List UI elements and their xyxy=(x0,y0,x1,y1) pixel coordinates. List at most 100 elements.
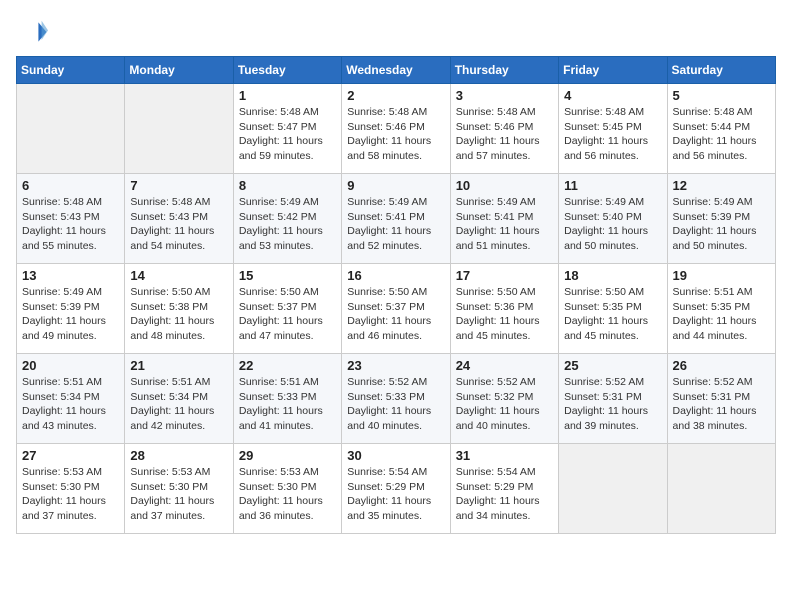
calendar-cell: 13 Sunrise: 5:49 AM Sunset: 5:39 PM Dayli… xyxy=(17,264,125,354)
day-info: Sunrise: 5:48 AM Sunset: 5:43 PM Dayligh… xyxy=(22,195,119,254)
calendar-week-5: 27 Sunrise: 5:53 AM Sunset: 5:30 PM Dayli… xyxy=(17,444,776,534)
day-info: Sunrise: 5:51 AM Sunset: 5:35 PM Dayligh… xyxy=(673,285,770,344)
day-number: 28 xyxy=(130,448,227,463)
day-info: Sunrise: 5:51 AM Sunset: 5:34 PM Dayligh… xyxy=(130,375,227,434)
calendar-cell: 19 Sunrise: 5:51 AM Sunset: 5:35 PM Dayli… xyxy=(667,264,775,354)
day-info: Sunrise: 5:52 AM Sunset: 5:33 PM Dayligh… xyxy=(347,375,444,434)
calendar-cell: 4 Sunrise: 5:48 AM Sunset: 5:45 PM Daylig… xyxy=(559,84,667,174)
calendar-cell: 28 Sunrise: 5:53 AM Sunset: 5:30 PM Dayli… xyxy=(125,444,233,534)
calendar-cell: 30 Sunrise: 5:54 AM Sunset: 5:29 PM Dayli… xyxy=(342,444,450,534)
day-number: 2 xyxy=(347,88,444,103)
calendar-cell: 3Sunrise: 5:48 AM Sunset: 5:46 PM Daylig… xyxy=(450,84,558,174)
calendar-cell: 17 Sunrise: 5:50 AM Sunset: 5:36 PM Dayli… xyxy=(450,264,558,354)
weekday-header-tuesday: Tuesday xyxy=(233,57,341,84)
day-number: 10 xyxy=(456,178,553,193)
logo xyxy=(16,16,52,48)
day-number: 7 xyxy=(130,178,227,193)
calendar-cell: 22 Sunrise: 5:51 AM Sunset: 5:33 PM Dayli… xyxy=(233,354,341,444)
calendar-cell: 25 Sunrise: 5:52 AM Sunset: 5:31 PM Dayli… xyxy=(559,354,667,444)
day-info: Sunrise: 5:52 AM Sunset: 5:32 PM Dayligh… xyxy=(456,375,553,434)
calendar-cell: 2 Sunrise: 5:48 AM Sunset: 5:46 PM Daylig… xyxy=(342,84,450,174)
calendar-cell xyxy=(17,84,125,174)
day-info: Sunrise: 5:48 AM Sunset: 5:45 PM Dayligh… xyxy=(564,105,661,164)
day-info: Sunrise: 5:49 AM Sunset: 5:41 PM Dayligh… xyxy=(347,195,444,254)
day-info: Sunrise: 5:49 AM Sunset: 5:41 PM Dayligh… xyxy=(456,195,553,254)
day-info: Sunrise: 5:49 AM Sunset: 5:40 PM Dayligh… xyxy=(564,195,661,254)
weekday-header-saturday: Saturday xyxy=(667,57,775,84)
day-number: 19 xyxy=(673,268,770,283)
day-info: Sunrise: 5:49 AM Sunset: 5:39 PM Dayligh… xyxy=(22,285,119,344)
calendar-week-2: 6 Sunrise: 5:48 AM Sunset: 5:43 PM Daylig… xyxy=(17,174,776,264)
day-number: 29 xyxy=(239,448,336,463)
day-number: 30 xyxy=(347,448,444,463)
calendar-cell: 7Sunrise: 5:48 AM Sunset: 5:43 PM Daylig… xyxy=(125,174,233,264)
calendar-cell: 18Sunrise: 5:50 AM Sunset: 5:35 PM Dayli… xyxy=(559,264,667,354)
calendar-cell: 14 Sunrise: 5:50 AM Sunset: 5:38 PM Dayli… xyxy=(125,264,233,354)
day-number: 4 xyxy=(564,88,661,103)
calendar-cell xyxy=(559,444,667,534)
calendar-cell: 9Sunrise: 5:49 AM Sunset: 5:41 PM Daylig… xyxy=(342,174,450,264)
day-info: Sunrise: 5:50 AM Sunset: 5:37 PM Dayligh… xyxy=(347,285,444,344)
day-number: 21 xyxy=(130,358,227,373)
calendar-cell: 12Sunrise: 5:49 AM Sunset: 5:39 PM Dayli… xyxy=(667,174,775,264)
calendar-week-4: 20 Sunrise: 5:51 AM Sunset: 5:34 PM Dayli… xyxy=(17,354,776,444)
weekday-header-row: SundayMondayTuesdayWednesdayThursdayFrid… xyxy=(17,57,776,84)
day-info: Sunrise: 5:48 AM Sunset: 5:46 PM Dayligh… xyxy=(347,105,444,164)
day-info: Sunrise: 5:50 AM Sunset: 5:38 PM Dayligh… xyxy=(130,285,227,344)
calendar-table: SundayMondayTuesdayWednesdayThursdayFrid… xyxy=(16,56,776,534)
page-header xyxy=(16,16,776,48)
calendar-cell: 1Sunrise: 5:48 AM Sunset: 5:47 PM Daylig… xyxy=(233,84,341,174)
day-info: Sunrise: 5:50 AM Sunset: 5:36 PM Dayligh… xyxy=(456,285,553,344)
day-number: 24 xyxy=(456,358,553,373)
day-info: Sunrise: 5:49 AM Sunset: 5:42 PM Dayligh… xyxy=(239,195,336,254)
day-info: Sunrise: 5:48 AM Sunset: 5:44 PM Dayligh… xyxy=(673,105,770,164)
weekday-header-thursday: Thursday xyxy=(450,57,558,84)
day-info: Sunrise: 5:54 AM Sunset: 5:29 PM Dayligh… xyxy=(347,465,444,524)
day-number: 5 xyxy=(673,88,770,103)
day-info: Sunrise: 5:50 AM Sunset: 5:37 PM Dayligh… xyxy=(239,285,336,344)
day-number: 6 xyxy=(22,178,119,193)
weekday-header-monday: Monday xyxy=(125,57,233,84)
calendar-cell: 27 Sunrise: 5:53 AM Sunset: 5:30 PM Dayli… xyxy=(17,444,125,534)
calendar-cell: 21 Sunrise: 5:51 AM Sunset: 5:34 PM Dayli… xyxy=(125,354,233,444)
calendar-cell: 15 Sunrise: 5:50 AM Sunset: 5:37 PM Dayli… xyxy=(233,264,341,354)
day-info: Sunrise: 5:52 AM Sunset: 5:31 PM Dayligh… xyxy=(673,375,770,434)
calendar-cell: 24 Sunrise: 5:52 AM Sunset: 5:32 PM Dayli… xyxy=(450,354,558,444)
day-number: 3 xyxy=(456,88,553,103)
calendar-header: SundayMondayTuesdayWednesdayThursdayFrid… xyxy=(17,57,776,84)
day-number: 25 xyxy=(564,358,661,373)
calendar-cell: 5 Sunrise: 5:48 AM Sunset: 5:44 PM Daylig… xyxy=(667,84,775,174)
weekday-header-friday: Friday xyxy=(559,57,667,84)
day-info: Sunrise: 5:54 AM Sunset: 5:29 PM Dayligh… xyxy=(456,465,553,524)
day-number: 11 xyxy=(564,178,661,193)
day-number: 15 xyxy=(239,268,336,283)
calendar-cell xyxy=(667,444,775,534)
day-info: Sunrise: 5:53 AM Sunset: 5:30 PM Dayligh… xyxy=(22,465,119,524)
day-info: Sunrise: 5:48 AM Sunset: 5:47 PM Dayligh… xyxy=(239,105,336,164)
day-number: 20 xyxy=(22,358,119,373)
day-number: 26 xyxy=(673,358,770,373)
calendar-cell xyxy=(125,84,233,174)
day-number: 14 xyxy=(130,268,227,283)
day-number: 22 xyxy=(239,358,336,373)
weekday-header-sunday: Sunday xyxy=(17,57,125,84)
day-number: 31 xyxy=(456,448,553,463)
logo-icon xyxy=(16,16,48,48)
calendar-cell: 6 Sunrise: 5:48 AM Sunset: 5:43 PM Daylig… xyxy=(17,174,125,264)
weekday-header-wednesday: Wednesday xyxy=(342,57,450,84)
day-number: 8 xyxy=(239,178,336,193)
day-info: Sunrise: 5:53 AM Sunset: 5:30 PM Dayligh… xyxy=(130,465,227,524)
day-info: Sunrise: 5:49 AM Sunset: 5:39 PM Dayligh… xyxy=(673,195,770,254)
calendar-week-1: 1Sunrise: 5:48 AM Sunset: 5:47 PM Daylig… xyxy=(17,84,776,174)
calendar-cell: 20Sunrise: 5:51 AM Sunset: 5:34 PM Dayli… xyxy=(17,354,125,444)
day-info: Sunrise: 5:52 AM Sunset: 5:31 PM Dayligh… xyxy=(564,375,661,434)
calendar-cell: 26 Sunrise: 5:52 AM Sunset: 5:31 PM Dayli… xyxy=(667,354,775,444)
calendar-cell: 29Sunrise: 5:53 AM Sunset: 5:30 PM Dayli… xyxy=(233,444,341,534)
calendar-cell: 16 Sunrise: 5:50 AM Sunset: 5:37 PM Dayli… xyxy=(342,264,450,354)
day-number: 13 xyxy=(22,268,119,283)
day-number: 17 xyxy=(456,268,553,283)
day-number: 16 xyxy=(347,268,444,283)
calendar-cell: 23Sunrise: 5:52 AM Sunset: 5:33 PM Dayli… xyxy=(342,354,450,444)
day-info: Sunrise: 5:51 AM Sunset: 5:33 PM Dayligh… xyxy=(239,375,336,434)
day-number: 27 xyxy=(22,448,119,463)
